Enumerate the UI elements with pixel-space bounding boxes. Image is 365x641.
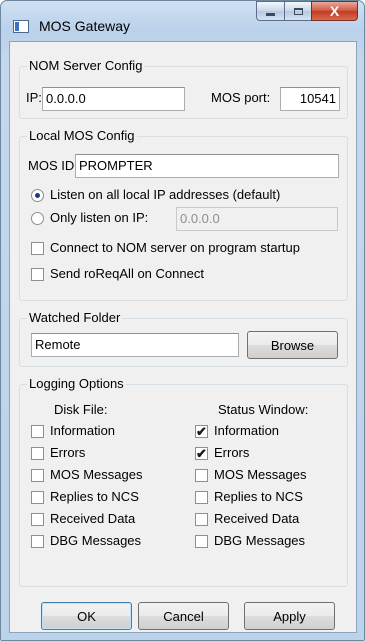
only-ip-label[interactable]: Only listen on IP: <box>50 210 148 225</box>
title-bar[interactable]: MOS Gateway X <box>1 1 364 41</box>
mos-port-input[interactable]: 10541 <box>280 87 340 111</box>
window-controls: X <box>256 1 358 23</box>
window-title: MOS Gateway <box>39 18 131 34</box>
mos-gateway-window: MOS Gateway X NOM Server Config IP: 0.0.… <box>0 0 365 641</box>
disk-mos-messages-label[interactable]: MOS Messages <box>50 467 142 482</box>
disk-dbg-messages-label[interactable]: DBG Messages <box>50 533 141 548</box>
close-button[interactable]: X <box>311 1 358 21</box>
connect-startup-checkbox[interactable] <box>31 242 44 255</box>
ip-label: IP: <box>26 90 42 105</box>
maximize-icon <box>293 7 303 15</box>
cancel-button[interactable]: Cancel <box>138 602 229 630</box>
disk-file-header: Disk File: <box>54 402 108 417</box>
connect-startup-label[interactable]: Connect to NOM server on program startup <box>50 240 300 255</box>
disk-replies-to-ncs-checkbox[interactable] <box>31 491 44 504</box>
watched-folder-legend: Watched Folder <box>29 310 121 325</box>
send-roreqall-label[interactable]: Send roReqAll on Connect <box>50 266 204 281</box>
disk-received-data-label[interactable]: Received Data <box>50 511 135 526</box>
status-information-checkbox[interactable]: ✔ <box>195 425 208 438</box>
ok-button[interactable]: OK <box>41 602 132 630</box>
disk-information-label[interactable]: Information <box>50 423 115 438</box>
checkmark-icon: ✔ <box>196 445 207 461</box>
status-dbg-messages-checkbox[interactable] <box>195 535 208 548</box>
minimize-button[interactable] <box>256 1 284 21</box>
status-replies-to-ncs-label[interactable]: Replies to NCS <box>214 489 303 504</box>
checkmark-icon: ✔ <box>196 423 207 439</box>
mos-port-label: MOS port: <box>211 90 271 105</box>
status-received-data-label[interactable]: Received Data <box>214 511 299 526</box>
status-information-label[interactable]: Information <box>214 423 279 438</box>
mos-id-input[interactable]: PROMPTER <box>75 154 339 178</box>
apply-button[interactable]: Apply <box>244 602 335 630</box>
status-errors-checkbox[interactable]: ✔ <box>195 447 208 460</box>
send-roreqall-checkbox[interactable] <box>31 268 44 281</box>
disk-errors-label[interactable]: Errors <box>50 445 85 460</box>
only-ip-input[interactable]: 0.0.0.0 <box>176 207 338 231</box>
status-received-data-checkbox[interactable] <box>195 513 208 526</box>
nom-ip-input[interactable]: 0.0.0.0 <box>42 87 185 111</box>
minimize-icon <box>266 13 275 16</box>
status-window-header: Status Window: <box>218 402 309 417</box>
nom-server-config-legend: NOM Server Config <box>29 58 143 73</box>
status-mos-messages-checkbox[interactable] <box>195 469 208 482</box>
app-icon <box>13 20 29 33</box>
disk-dbg-messages-checkbox[interactable] <box>31 535 44 548</box>
listen-all-radio[interactable] <box>31 189 44 202</box>
local-mos-config-legend: Local MOS Config <box>29 128 135 143</box>
logging-options-legend: Logging Options <box>29 376 124 391</box>
disk-information-checkbox[interactable] <box>31 425 44 438</box>
disk-received-data-checkbox[interactable] <box>31 513 44 526</box>
close-icon: X <box>329 3 340 19</box>
status-replies-to-ncs-checkbox[interactable] <box>195 491 208 504</box>
status-mos-messages-label[interactable]: MOS Messages <box>214 467 306 482</box>
only-ip-radio[interactable] <box>31 212 44 225</box>
watched-folder-input[interactable]: Remote <box>31 333 239 357</box>
disk-replies-to-ncs-label[interactable]: Replies to NCS <box>50 489 139 504</box>
status-errors-label[interactable]: Errors <box>214 445 249 460</box>
status-dbg-messages-label[interactable]: DBG Messages <box>214 533 305 548</box>
maximize-button[interactable] <box>284 1 311 21</box>
browse-button[interactable]: Browse <box>247 331 338 359</box>
dialog-client-area: NOM Server Config IP: 0.0.0.0 MOS port: … <box>9 41 357 633</box>
listen-all-label[interactable]: Listen on all local IP addresses (defaul… <box>50 187 280 202</box>
mos-id-label: MOS ID: <box>28 158 78 173</box>
disk-errors-checkbox[interactable] <box>31 447 44 460</box>
disk-mos-messages-checkbox[interactable] <box>31 469 44 482</box>
